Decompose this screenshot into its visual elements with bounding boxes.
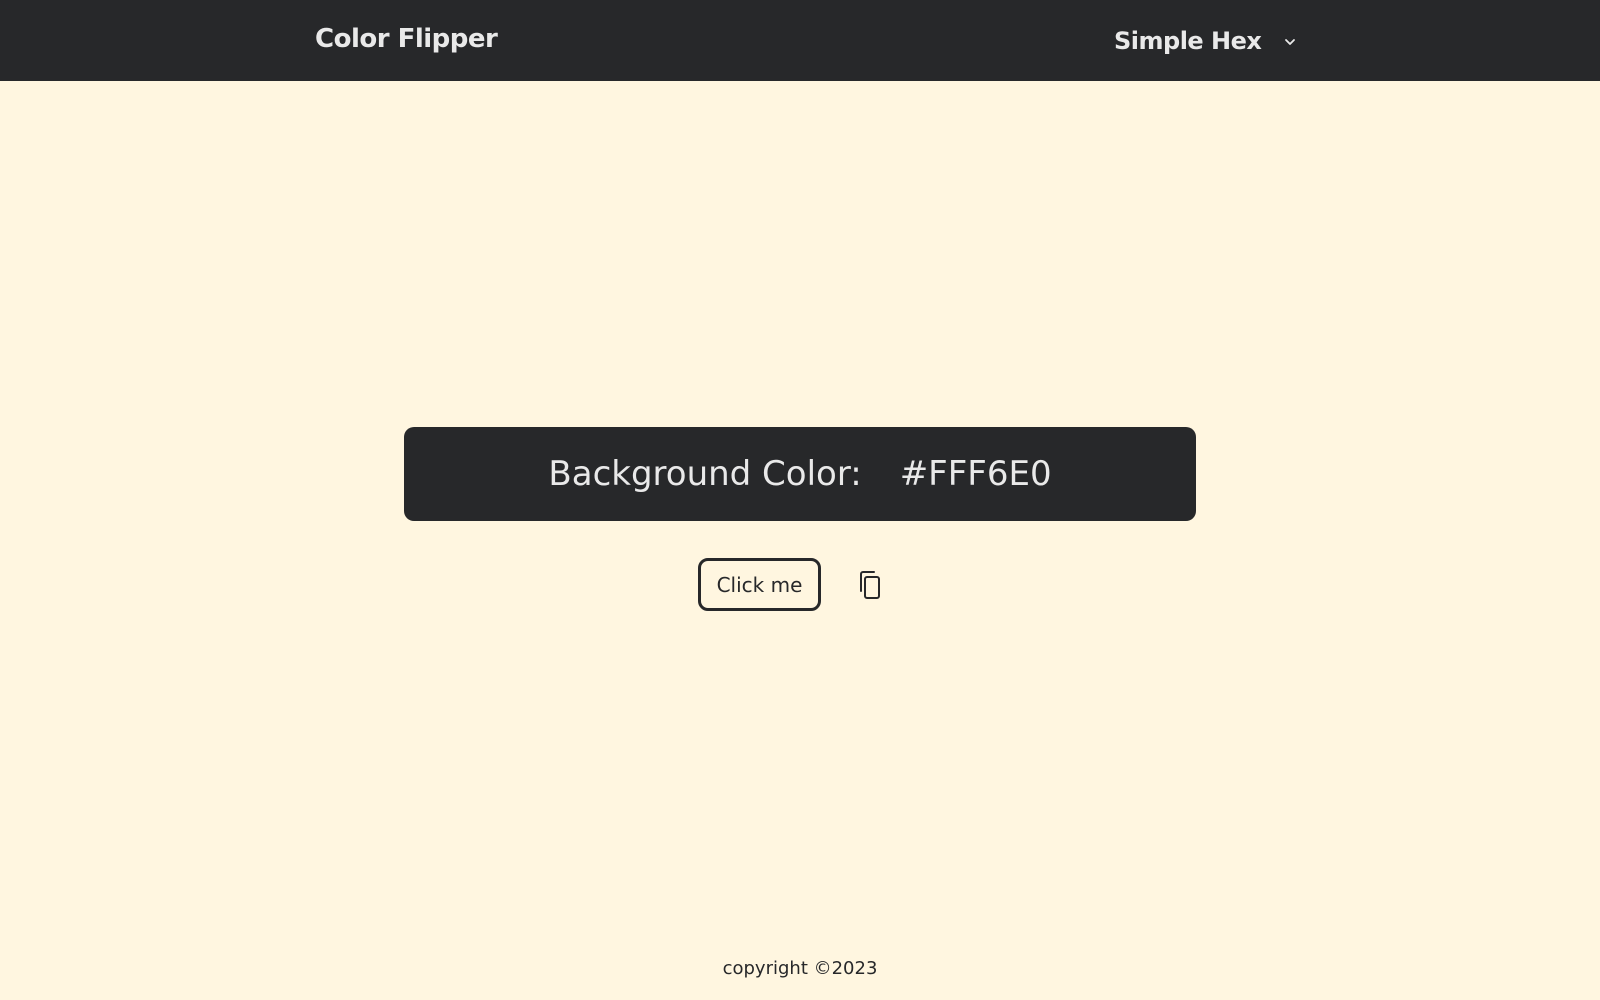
mode-select-dropdown[interactable]: Simple Hex — [1114, 24, 1297, 58]
click-me-button[interactable]: Click me — [698, 558, 821, 611]
footer: copyright ©2023 — [0, 958, 1600, 979]
chevron-down-icon — [1283, 34, 1297, 48]
color-label: Background Color: — [548, 454, 862, 494]
color-value: #FFF6E0 — [899, 454, 1052, 494]
copyright-text: copyright ©2023 — [722, 958, 878, 979]
action-row: Click me — [698, 558, 885, 611]
navbar: Color Flipper Simple Hex — [0, 0, 1600, 81]
mode-select-label: Simple Hex — [1114, 27, 1262, 55]
color-display-panel: Background Color: #FFF6E0 — [404, 427, 1196, 521]
copy-icon[interactable] — [855, 567, 885, 603]
brand-title[interactable]: Color Flipper — [315, 24, 498, 54]
